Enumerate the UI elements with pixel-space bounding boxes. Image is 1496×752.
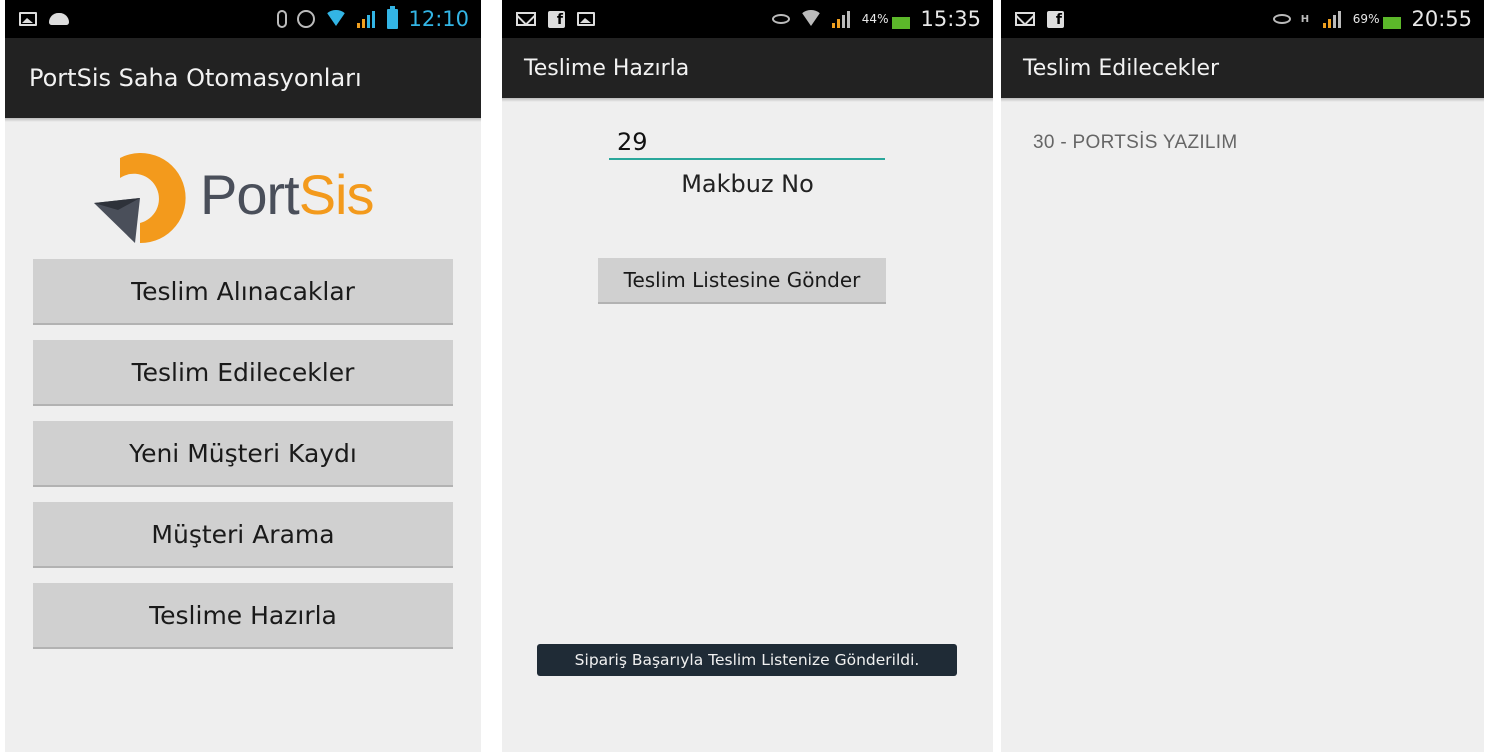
logo-text-port: Port bbox=[200, 163, 300, 226]
alarm-icon bbox=[297, 10, 316, 28]
logo-text-sis: Sis bbox=[298, 163, 375, 226]
status-bar: f H 69% 20:55 bbox=[1001, 0, 1484, 38]
network-type-icon: H bbox=[1300, 13, 1310, 25]
android-debug-icon bbox=[49, 13, 69, 25]
makbuz-no-label: Makbuz No bbox=[681, 170, 814, 198]
app-title: PortSis Saha Otomasyonları bbox=[29, 64, 362, 92]
portsis-logo-icon bbox=[94, 153, 186, 244]
screen-title: Teslim Edilecekler bbox=[1023, 55, 1220, 81]
portsis-logo: PortSis bbox=[90, 148, 400, 248]
yeni-musteri-kaydi-button[interactable]: Yeni Müşteri Kaydı bbox=[33, 421, 453, 487]
makbuz-no-value[interactable]: 29 bbox=[617, 128, 648, 156]
signal-icon bbox=[1322, 10, 1343, 28]
facebook-icon: f bbox=[1047, 10, 1064, 28]
success-toast: Sipariş Başarıyla Teslim Listenize Gönde… bbox=[537, 644, 957, 676]
teslim-edilecekler-button[interactable]: Teslim Edilecekler bbox=[33, 340, 453, 406]
battery-icon bbox=[892, 17, 911, 29]
teslim-listesine-gonder-button[interactable]: Teslim Listesine Gönder bbox=[598, 258, 886, 304]
signal-icon bbox=[831, 10, 852, 28]
teslime-hazirla-button[interactable]: Teslime Hazırla bbox=[33, 583, 453, 649]
mail-icon bbox=[516, 12, 536, 26]
smart-stay-eye-icon bbox=[771, 14, 790, 24]
screen-main-menu: 12:10 PortSis Saha Otomasyonları PortSis… bbox=[5, 0, 481, 752]
smart-stay-eye-icon bbox=[1272, 14, 1291, 24]
picture-notification-icon bbox=[577, 12, 595, 26]
status-time: 15:35 bbox=[920, 7, 981, 31]
status-bar: 12:10 bbox=[5, 0, 481, 38]
wifi-icon bbox=[325, 10, 348, 28]
facebook-icon: f bbox=[548, 10, 565, 28]
wifi-icon bbox=[799, 10, 822, 28]
screen-teslim-edilecekler: f H 69% 20:55 Teslim Edilecekler 30 - PO… bbox=[1001, 0, 1484, 752]
status-bar: f 44% 15:35 bbox=[502, 0, 993, 38]
list-item[interactable]: 30 - PORTSİS YAZILIM bbox=[1033, 132, 1238, 154]
action-bar: Teslime Hazırla bbox=[502, 38, 993, 98]
status-time: 12:10 bbox=[408, 7, 469, 31]
battery-icon bbox=[387, 6, 399, 29]
screen-title: Teslime Hazırla bbox=[524, 55, 690, 81]
battery-icon bbox=[1383, 17, 1402, 29]
screen-teslime-hazirla: f 44% 15:35 Teslime Hazırla 29 Makbuz No… bbox=[502, 0, 993, 752]
bluetooth-icon bbox=[277, 10, 288, 28]
teslim-alinacaklar-button[interactable]: Teslim Alınacaklar bbox=[33, 259, 453, 325]
action-bar: PortSis Saha Otomasyonları bbox=[5, 38, 481, 118]
makbuz-no-input[interactable]: 29 bbox=[609, 124, 885, 160]
action-bar: Teslim Edilecekler bbox=[1001, 38, 1484, 98]
status-time: 20:55 bbox=[1411, 7, 1472, 31]
signal-icon bbox=[357, 10, 377, 28]
battery-percent: 69% bbox=[1352, 12, 1380, 26]
battery-percent: 44% bbox=[861, 12, 889, 26]
picture-notification-icon bbox=[19, 12, 37, 26]
musteri-arama-button[interactable]: Müşteri Arama bbox=[33, 502, 453, 568]
mail-icon bbox=[1015, 12, 1035, 26]
